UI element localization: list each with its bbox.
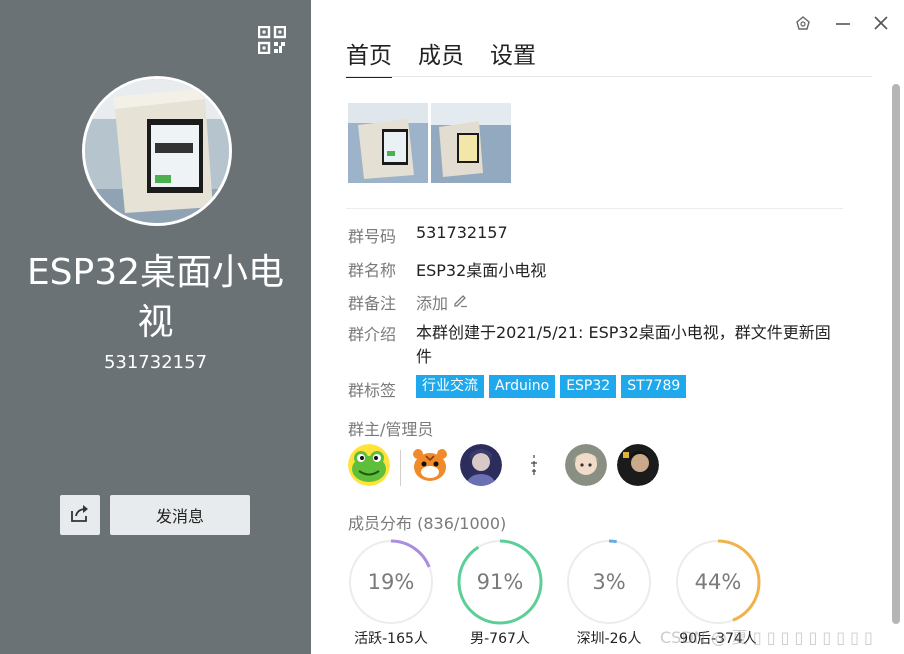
group-photo-2[interactable]: [431, 103, 511, 183]
ring-active-caption: 活跃-165人: [354, 631, 428, 647]
distribution-title: 成员分布: [348, 514, 413, 533]
member-distribution-label: 成员分布 (836/1000): [348, 510, 506, 534]
qr-code-icon[interactable]: [257, 25, 287, 55]
add-remark-text: 添加: [416, 294, 449, 313]
admin-avatar-dark[interactable]: [617, 444, 659, 486]
tag-esp32[interactable]: ESP32: [560, 375, 617, 398]
group-avatar[interactable]: [82, 76, 232, 226]
group-remark-label: 群备注: [348, 294, 397, 313]
ring-active-percent: 19%: [367, 570, 415, 594]
ring-shenzhen-caption: 深圳-26人: [576, 631, 642, 647]
group-photo-1[interactable]: [348, 103, 428, 183]
group-name-title: ESP32桌面小电视: [26, 252, 285, 343]
group-profile-panel: ESP32桌面小电视 531732157 发消息: [0, 0, 311, 654]
group-name-value: ESP32桌面小电视: [416, 261, 547, 280]
admins-label: 群主/管理员: [348, 420, 434, 439]
share-icon: [70, 503, 90, 527]
owner-avatar-frog[interactable]: [348, 444, 390, 486]
admin-avatar-anime[interactable]: [565, 444, 607, 486]
send-message-button[interactable]: 发消息: [110, 495, 250, 535]
share-button[interactable]: [60, 495, 100, 535]
tab-divider: [346, 76, 872, 77]
group-id-text: 531732157: [103, 352, 208, 373]
close-icon[interactable]: [872, 14, 890, 32]
group-intro-label: 群介绍: [348, 325, 397, 344]
tag-list: 行业交流 Arduino ESP32 ST7789: [416, 375, 687, 398]
tag-st7789[interactable]: ST7789: [621, 375, 687, 398]
tab-members[interactable]: 成员: [418, 36, 464, 78]
admin-avatar-tiger[interactable]: [409, 444, 451, 486]
ring-male-caption: 男-767人: [470, 631, 530, 647]
group-id-label: 群号码: [348, 227, 397, 246]
group-id-value: 531732157: [416, 223, 508, 242]
vertical-scrollbar[interactable]: [892, 84, 900, 624]
ring-shenzhen-percent: 3%: [592, 570, 626, 594]
ring-90s-percent: 44%: [694, 570, 742, 594]
admin-avatar-person[interactable]: [460, 444, 502, 486]
tag-industry[interactable]: 行业交流: [416, 375, 484, 398]
group-intro-value: 本群创建于2021/5/21: ESP32桌面小电视，群文件更新固件: [416, 323, 831, 366]
watermark-text: CSDN @ 夏 ▯ ▯ ▯ ▯ ▯ ▯ ▯ ▯ ▯: [660, 628, 873, 647]
tag-arduino[interactable]: Arduino: [489, 375, 556, 398]
distribution-count: (836/1000): [417, 514, 507, 533]
skin-icon[interactable]: [794, 14, 812, 32]
tab-home[interactable]: 首页: [346, 36, 392, 78]
ring-male-percent: 91%: [476, 570, 524, 594]
admin-avatar-calligraphy[interactable]: [513, 444, 555, 486]
group-name-label: 群名称: [348, 261, 397, 280]
add-remark-link[interactable]: 添加: [416, 290, 468, 314]
minimize-icon[interactable]: [834, 14, 852, 32]
section-divider: [346, 208, 843, 209]
tab-bar: 首页 成员 设置: [346, 36, 536, 78]
tab-settings[interactable]: 设置: [490, 36, 536, 78]
group-tags-label: 群标签: [348, 381, 397, 400]
edit-pencil-icon: [452, 292, 468, 312]
owner-admin-divider: [400, 450, 401, 486]
